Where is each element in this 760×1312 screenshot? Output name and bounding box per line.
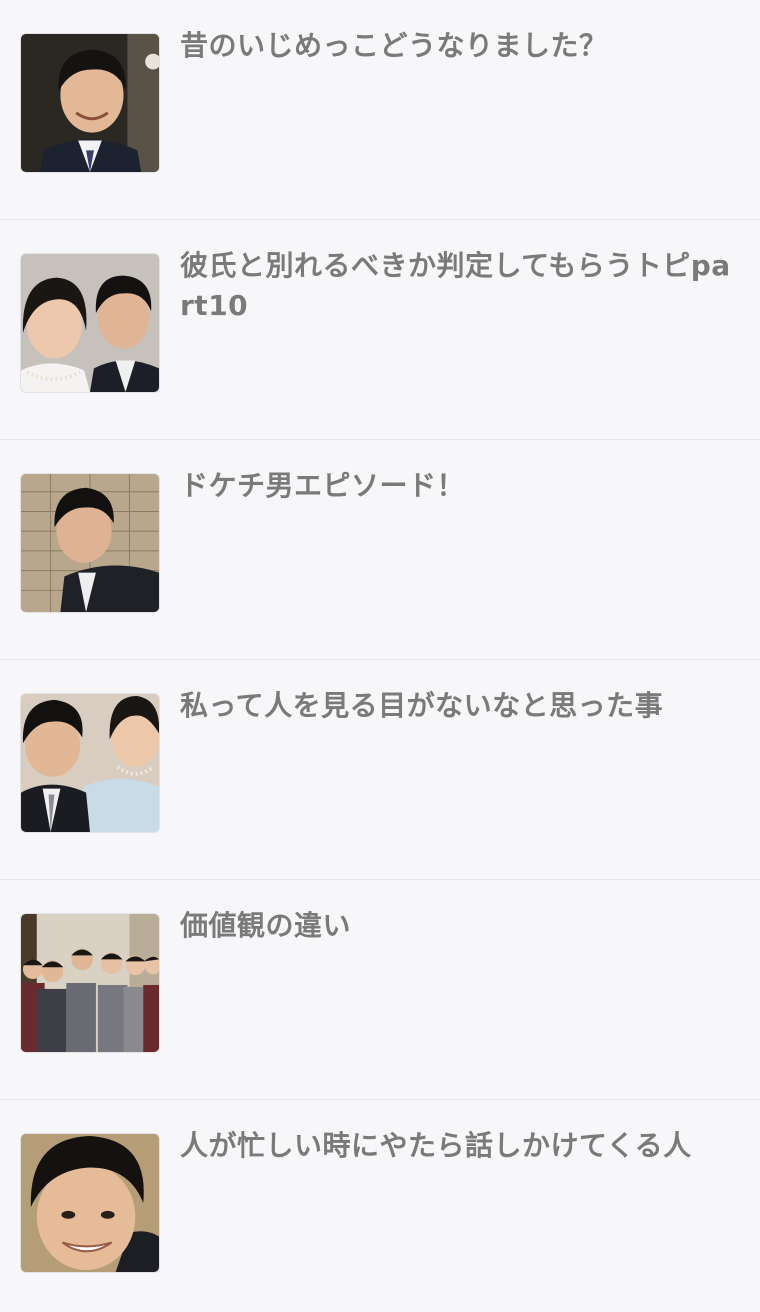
photo-man-suit-smiling — [21, 34, 159, 172]
photo-family-group — [21, 914, 159, 1052]
topic-title[interactable]: 人が忙しい時にやたら話しかけてくる人 — [180, 1126, 740, 1166]
topic-thumbnail[interactable] — [20, 473, 160, 613]
topic-row[interactable]: 私って人を見る目がないなと思った事 — [0, 660, 760, 880]
photo-man-and-woman-pearls — [21, 694, 159, 832]
topic-thumbnail[interactable] — [20, 253, 160, 393]
topic-row[interactable]: 彼氏と別れるべきか判定してもらうトピpart10 — [0, 220, 760, 440]
topic-thumbnail[interactable] — [20, 33, 160, 173]
topic-title[interactable]: ドケチ男エピソード！ — [180, 466, 740, 506]
topic-row[interactable]: 価値観の違い — [0, 880, 760, 1100]
photo-woman-and-man-formal — [21, 254, 159, 392]
topic-thumbnail[interactable] — [20, 913, 160, 1053]
topic-title[interactable]: 彼氏と別れるべきか判定してもらうトピpart10 — [180, 246, 740, 326]
photo-man-closeup-smiling — [21, 1134, 159, 1272]
topic-thumbnail[interactable] — [20, 1133, 160, 1273]
topic-row[interactable]: ドケチ男エピソード！ — [0, 440, 760, 660]
topic-row[interactable]: 人が忙しい時にやたら話しかけてくる人 — [0, 1100, 760, 1312]
topic-title[interactable]: 昔のいじめっこどうなりました？ — [180, 26, 740, 66]
topic-title[interactable]: 私って人を見る目がないなと思った事 — [180, 686, 740, 726]
photo-man-suit-brick-wall — [21, 474, 159, 612]
topic-thumbnail[interactable] — [20, 693, 160, 833]
topic-title[interactable]: 価値観の違い — [180, 906, 740, 946]
topic-row[interactable]: 昔のいじめっこどうなりました？ — [0, 0, 760, 220]
topic-list: 昔のいじめっこどうなりました？ 彼氏と別れるべきか判定してもらうトピpart10 — [0, 0, 760, 1312]
